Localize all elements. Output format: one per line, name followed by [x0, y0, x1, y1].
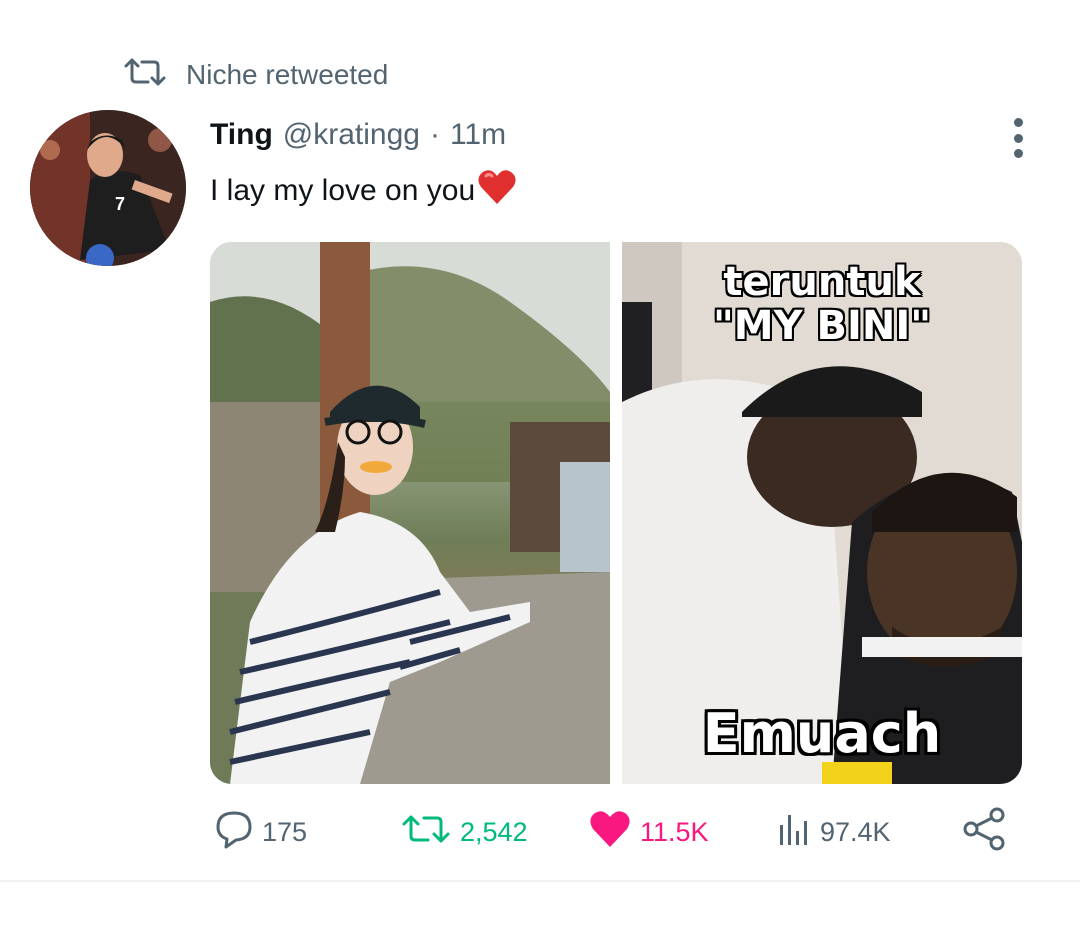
tweet-header: Ting @kratingg · 11m	[210, 118, 506, 152]
views-button[interactable]: 97.4K	[776, 808, 891, 856]
author-name[interactable]: Ting	[210, 118, 273, 152]
reply-count: 175	[262, 816, 308, 847]
separator-dot: ·	[429, 118, 440, 151]
views-count: 97.4K	[820, 816, 891, 847]
tweet-text-content: I lay my love on you	[210, 174, 476, 207]
meme-top-caption: teruntuk "MY BINI"	[622, 260, 1022, 348]
retweet-button[interactable]: 2,542	[400, 808, 528, 856]
meme-bottom-caption: Emuach	[702, 702, 942, 765]
like-count: 11.5K	[640, 816, 709, 847]
views-chart-icon	[776, 811, 812, 854]
like-button[interactable]: 11.5K	[588, 808, 709, 856]
retweet-icon	[400, 812, 452, 853]
svg-text:7: 7	[115, 194, 125, 214]
meme-top-line-2: "MY BINI"	[712, 303, 932, 349]
tweet-divider	[0, 880, 1080, 882]
tweet-timestamp[interactable]: 11m	[450, 118, 506, 152]
retweet-icon	[122, 56, 168, 93]
more-dot	[1013, 133, 1023, 143]
more-options-icon[interactable]	[1004, 118, 1032, 158]
tweet-text: I lay my love on you	[210, 168, 517, 214]
heart-emoji-icon	[477, 168, 517, 214]
reply-icon	[214, 809, 254, 856]
retweeted-by-label: Niche retweeted	[186, 58, 389, 90]
share-icon	[962, 806, 1008, 859]
heart-icon	[588, 809, 632, 856]
meme-barber[interactable]: teruntuk "MY BINI" Emuach	[622, 242, 1022, 784]
author-handle[interactable]: @kratingg	[283, 118, 420, 152]
more-dot	[1013, 118, 1023, 127]
avatar[interactable]: 7	[30, 110, 186, 266]
tweet-actions: 175 2,542 11.5K 97.4K	[210, 806, 1022, 859]
meme-top-line-1: teruntuk	[723, 259, 921, 305]
retweeted-by-banner[interactable]: Niche retweeted	[122, 56, 388, 93]
photo-woman-striped-shirt[interactable]	[210, 242, 610, 784]
tweet-media[interactable]: teruntuk "MY BINI" Emuach	[210, 242, 1022, 784]
reply-button[interactable]: 175	[214, 808, 307, 856]
retweet-count: 2,542	[460, 816, 528, 847]
more-dot	[1013, 149, 1023, 158]
share-button[interactable]	[962, 806, 1008, 859]
